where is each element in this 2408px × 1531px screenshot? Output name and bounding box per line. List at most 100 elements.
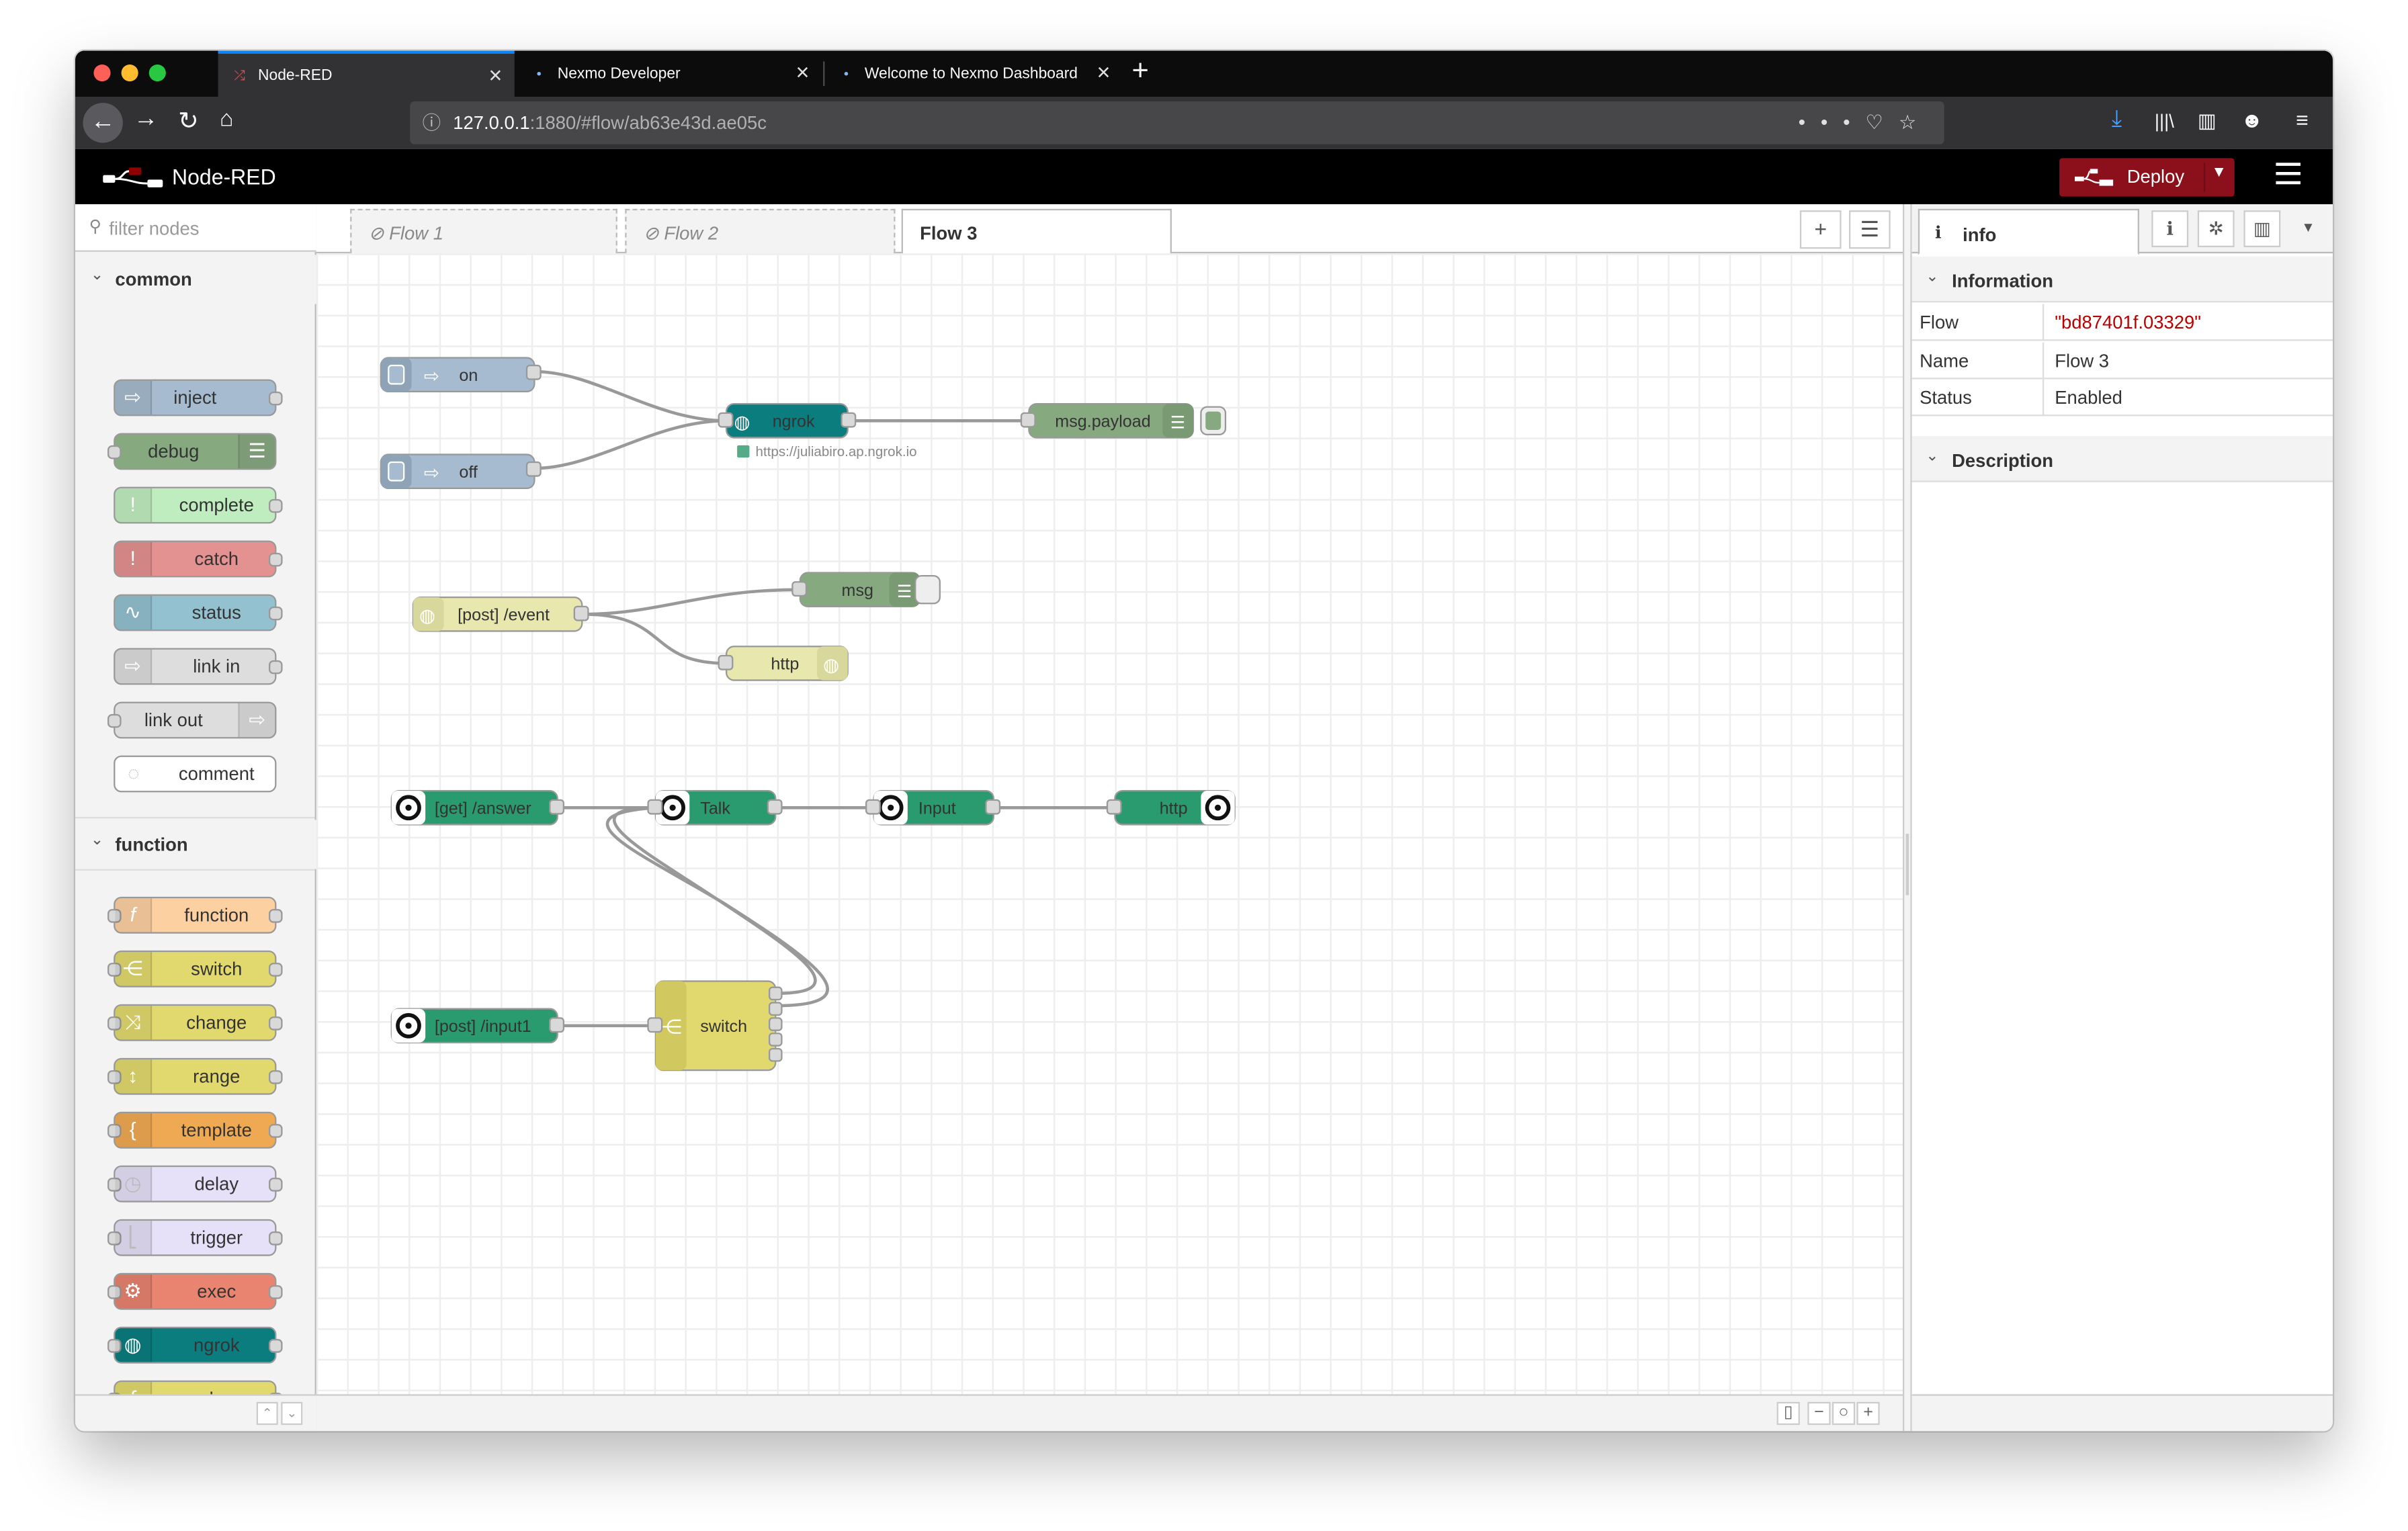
collapse-all-icon[interactable]: ⌃ (256, 1401, 278, 1426)
downloads-icon[interactable]: ⤓ (2112, 106, 2122, 132)
node-post-event[interactable]: ◍ [post] /event (412, 596, 589, 632)
node-label: [post] /event (458, 605, 550, 624)
bookmark-star-icon[interactable]: ☆ (1899, 111, 1932, 134)
category-label: function (115, 834, 188, 856)
node-label: ngrok (773, 412, 815, 431)
browser-tab-strip: ⤮ Node-RED × • Nexmo Developer × • Welco… (75, 50, 2333, 97)
close-tab-icon[interactable]: × (796, 60, 810, 86)
debug-bug-icon[interactable]: ✲ (2197, 210, 2235, 247)
close-tab-icon[interactable]: × (488, 63, 502, 89)
node-http-response[interactable]: ◍ http (718, 646, 849, 681)
tab-info[interactable]: i info (1918, 208, 2139, 255)
deploy-button[interactable]: Deploy ▼ (2059, 158, 2235, 197)
node-off[interactable]: ⇨ off (380, 453, 542, 489)
close-tab-icon[interactable]: × (1097, 60, 1111, 86)
chevron-down-icon: ⌄ (1926, 448, 1939, 466)
zoom-window-button[interactable] (148, 64, 166, 82)
address-bar[interactable]: ⓘ 127.0.0.1:1880/#flow/ab63e43d.ae05c ••… (410, 101, 1944, 144)
home-button[interactable]: ⌂ (220, 106, 234, 132)
page-actions-icon[interactable]: ••• (1799, 111, 1866, 134)
splitter-grip[interactable] (1905, 834, 1909, 895)
trigger-pulse-icon: ⎣ (115, 1221, 153, 1255)
output-port (268, 909, 283, 923)
minimize-window-button[interactable] (121, 64, 138, 82)
reload-button[interactable]: ↻ (178, 106, 199, 137)
navigator-map-icon[interactable]: ▯ (1776, 1401, 1800, 1426)
deploy-dropdown-icon[interactable]: ▼ (2211, 165, 2227, 181)
palette-node-link-out[interactable]: link out ⇨ (107, 701, 277, 739)
node-msg-payload[interactable]: ☰ msg.payload (1020, 402, 1227, 439)
description-section-header[interactable]: ⌄ Description (1911, 436, 2333, 482)
category-common-header[interactable]: ⌄ common (75, 255, 316, 304)
list-flows-button[interactable]: ☰ (1848, 210, 1891, 249)
node-get-answer[interactable]: [get] /answer (390, 789, 564, 826)
palette-node-inject[interactable]: ⇨ inject (114, 379, 283, 417)
palette-node-function[interactable]: f function (107, 896, 283, 934)
node-msg[interactable]: ☰ msg (791, 572, 941, 607)
tab-label: Flow 2 (664, 222, 719, 245)
sidebar-tab-bar: i info i ✲ ▥ ▼ (1911, 204, 2333, 255)
new-tab-button[interactable]: + (1132, 55, 1149, 89)
palette-node-trigger[interactable]: ⎣ trigger (107, 1219, 283, 1256)
palette-node-exec[interactable]: ⚙ exec (107, 1272, 283, 1310)
browser-menu-icon[interactable]: ≡ (2296, 107, 2309, 132)
output-port (841, 412, 857, 428)
zoom-out-button[interactable]: − (1807, 1401, 1831, 1426)
tab-flow-1[interactable]: ⊘ Flow 1 (350, 208, 617, 254)
output-port (768, 1047, 783, 1062)
palette-node-change[interactable]: ⤨ change (107, 1004, 283, 1041)
zoom-reset-button[interactable]: ○ (1832, 1401, 1856, 1426)
flow-canvas[interactable]: ⇨ on ⇨ off ◍ ngrok https://juliabiro.ap.… (316, 253, 1903, 1395)
browser-tab-nexmo-developer[interactable]: • Nexmo Developer × (517, 50, 822, 97)
palette-node-switch[interactable]: ⋲ switch (107, 950, 283, 988)
palette-node-status[interactable]: ∿ status (114, 594, 283, 631)
browser-tab-node-red[interactable]: ⤮ Node-RED × (218, 50, 515, 97)
palette-node-delay[interactable]: ◷ delay (107, 1165, 283, 1202)
address-bar-actions[interactable]: •••♡☆ (1799, 101, 1932, 144)
expand-all-icon[interactable]: ⌄ (281, 1401, 303, 1426)
deploy-divider (2203, 163, 2206, 192)
sidebar-menu-caret-icon[interactable]: ▼ (2290, 210, 2327, 247)
output-port (268, 391, 283, 406)
palette-node-template[interactable]: { template (107, 1111, 283, 1149)
node-post-input1[interactable]: [post] /input1 (390, 1008, 564, 1044)
palette-node-ngrok[interactable]: ◍ ngrok (107, 1326, 283, 1364)
palette-node-comment[interactable]: ◌ comment (114, 755, 277, 793)
dashboard-chart-icon[interactable]: ▥ (2243, 210, 2281, 247)
forward-button[interactable]: → (134, 106, 159, 134)
node-http-out[interactable]: http (1106, 789, 1236, 826)
palette-node-complete[interactable]: ! complete (114, 486, 283, 524)
category-function-header[interactable]: ⌄ function (75, 820, 316, 869)
palette-node-catch[interactable]: ! catch (114, 540, 283, 578)
close-window-button[interactable] (93, 64, 111, 82)
palette-node-debug[interactable]: debug ☰ (107, 433, 277, 470)
node-input[interactable]: Input (865, 789, 1001, 826)
node-switch[interactable]: ⋲ switch (647, 980, 783, 1071)
info-tab-icon[interactable]: i (2151, 210, 2189, 247)
pocket-icon[interactable]: ♡ (1865, 111, 1898, 134)
tab-flow-2[interactable]: ⊘ Flow 2 (625, 208, 896, 254)
add-flow-button[interactable]: + (1799, 210, 1842, 249)
account-icon[interactable]: ☻ (2241, 107, 2264, 132)
filter-nodes-input[interactable]: ⚲ filter nodes (75, 204, 316, 252)
node-ngrok[interactable]: ◍ ngrok https://juliabiro.ap.ngrok.io (718, 402, 917, 460)
output-port (268, 552, 283, 567)
node-on[interactable]: ⇨ on (380, 357, 542, 392)
browser-tab-nexmo-dashboard[interactable]: • Welcome to Nexmo Dashboard × (824, 50, 1122, 97)
sidebar-splitter[interactable] (1902, 204, 1912, 1432)
node-talk[interactable]: Talk (647, 789, 783, 826)
input-port (718, 654, 734, 670)
tab-flow-3[interactable]: Flow 3 (901, 208, 1172, 255)
zoom-in-button[interactable]: + (1856, 1401, 1880, 1426)
information-section-header[interactable]: ⌄ Information (1911, 256, 2333, 303)
node-red-logo-icon (103, 167, 163, 187)
library-icon[interactable]: |||\ (2155, 111, 2174, 132)
node-label: [get] /answer (435, 799, 531, 818)
main-menu-icon[interactable] (2276, 163, 2300, 190)
palette-node-link-in[interactable]: ⇨ link in (114, 648, 283, 685)
sidebar-toggle-icon[interactable]: ▥ (2198, 109, 2217, 134)
palette-node-range[interactable]: ↕ range (107, 1057, 283, 1095)
site-info-icon[interactable]: ⓘ (423, 101, 441, 144)
debug-toggle-button[interactable] (914, 574, 941, 605)
back-button[interactable]: ← (83, 103, 123, 143)
